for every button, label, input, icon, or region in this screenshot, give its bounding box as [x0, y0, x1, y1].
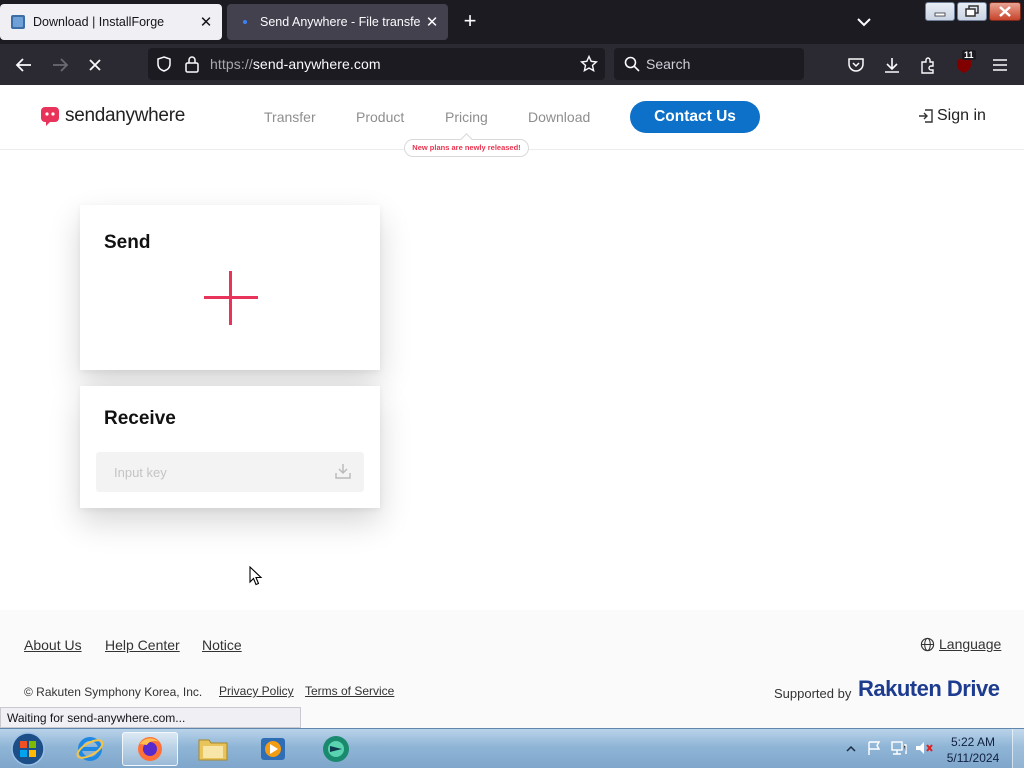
- about-us-link[interactable]: About Us: [24, 637, 82, 653]
- send-card[interactable]: Send: [80, 205, 380, 370]
- help-center-link[interactable]: Help Center: [105, 637, 180, 653]
- search-placeholder: Search: [646, 56, 691, 72]
- taskbar-explorer[interactable]: [185, 732, 241, 766]
- extension-badge: 11: [962, 50, 976, 60]
- restore-button[interactable]: [957, 2, 987, 21]
- tab-title: Download | InstallForge: [33, 15, 165, 29]
- rakuten-drive-logo[interactable]: Rakuten Drive: [858, 676, 1000, 702]
- status-bar-text: Waiting for send-anywhere.com...: [0, 707, 301, 728]
- url-text: https://send-anywhere.com: [210, 56, 381, 72]
- close-icon: [999, 6, 1011, 17]
- show-desktop-button[interactable]: [1012, 729, 1024, 769]
- installforge-favicon-icon: [11, 15, 25, 29]
- windows-taskbar: 5:22 AM 5/11/2024: [0, 728, 1024, 769]
- globe-icon: [920, 637, 935, 651]
- download-icon: [885, 58, 899, 73]
- bookmark-star-icon[interactable]: [580, 55, 598, 73]
- mouse-cursor-icon: [249, 566, 263, 586]
- notice-link[interactable]: Notice: [202, 637, 242, 653]
- pocket-icon: [848, 58, 864, 72]
- lock-icon[interactable]: [184, 55, 200, 73]
- hamburger-menu-icon: [993, 59, 1007, 71]
- tab-installforge[interactable]: Download | InstallForge ✕: [0, 4, 222, 40]
- media-player-icon: [261, 738, 285, 760]
- sign-in-label: Sign in: [937, 107, 986, 124]
- add-file-plus-icon[interactable]: [204, 271, 258, 325]
- contact-us-button[interactable]: Contact Us: [630, 101, 760, 133]
- arrow-right-icon: [53, 58, 69, 72]
- stop-loading-button[interactable]: [84, 54, 106, 76]
- arrow-left-icon: [15, 58, 31, 72]
- search-icon: [624, 56, 640, 72]
- send-anywhere-logo-icon: [41, 107, 59, 126]
- new-tab-button[interactable]: +: [458, 10, 482, 34]
- address-bar[interactable]: https://send-anywhere.com: [148, 48, 605, 80]
- close-window-button[interactable]: [989, 2, 1021, 21]
- forward-button[interactable]: [49, 54, 71, 76]
- shield-icon[interactable]: [156, 56, 172, 72]
- language-selector[interactable]: Language: [920, 636, 1001, 652]
- clock-time: 5:22 AM: [950, 735, 996, 749]
- sign-in-icon: [919, 109, 933, 123]
- url-protocol: https://: [210, 56, 253, 72]
- volume-muted-icon[interactable]: [914, 740, 934, 756]
- firefox-icon: [138, 737, 162, 761]
- loading-dot-icon: [243, 20, 247, 24]
- folder-icon: [198, 739, 228, 761]
- language-label: Language: [939, 636, 1002, 652]
- receive-download-icon[interactable]: [334, 462, 352, 480]
- list-all-tabs-icon[interactable]: [852, 12, 876, 32]
- nav-download[interactable]: Download: [528, 109, 590, 125]
- restore-icon: [965, 5, 979, 17]
- search-bar[interactable]: Search: [614, 48, 804, 80]
- copyright-text: © Rakuten Symphony Korea, Inc.: [24, 685, 203, 699]
- app-icon: [323, 736, 349, 762]
- web-page: sendanywhere Transfer Product Pricing Do…: [0, 85, 1024, 728]
- privacy-policy-link[interactable]: Privacy Policy: [219, 684, 294, 698]
- input-key-field[interactable]: [96, 452, 364, 492]
- internet-explorer-icon: [76, 737, 104, 761]
- nav-product[interactable]: Product: [356, 109, 404, 125]
- supported-by-text: Supported by: [774, 686, 852, 701]
- taskbar-media-player[interactable]: [245, 732, 301, 766]
- send-title: Send: [104, 232, 151, 253]
- site-header: sendanywhere Transfer Product Pricing Do…: [0, 85, 1024, 157]
- taskbar-internet-explorer[interactable]: [62, 732, 118, 766]
- minimize-button[interactable]: [925, 2, 955, 21]
- pricing-tooltip: New plans are newly released!: [404, 139, 529, 157]
- back-button[interactable]: [13, 54, 35, 76]
- minimize-icon: [934, 12, 946, 17]
- close-tab-icon[interactable]: ✕: [194, 10, 218, 34]
- stop-x-icon: [89, 59, 101, 71]
- taskbar-firefox[interactable]: [122, 732, 178, 766]
- url-host: send-anywhere.com: [252, 56, 381, 72]
- action-center-flag-icon[interactable]: [866, 740, 882, 756]
- receive-title: Receive: [104, 408, 176, 429]
- show-hidden-icons-icon[interactable]: [846, 744, 856, 754]
- tab-bar: Download | InstallForge ✕ Send Anywhere …: [0, 0, 1024, 44]
- clock-date: 5/11/2024: [946, 751, 1000, 765]
- tab-title: Send Anywhere - File transfer: [260, 15, 420, 29]
- puzzle-icon: [921, 57, 934, 74]
- taskbar-app[interactable]: [308, 732, 364, 766]
- receive-card: Receive: [80, 386, 380, 508]
- nav-transfer[interactable]: Transfer: [264, 109, 316, 125]
- downloads-button[interactable]: [881, 54, 903, 76]
- sign-in-button[interactable]: Sign in: [918, 107, 986, 125]
- close-tab-icon[interactable]: ✕: [420, 10, 444, 34]
- network-icon[interactable]: [890, 740, 908, 756]
- site-logo[interactable]: sendanywhere: [40, 105, 185, 127]
- extensions-button[interactable]: [917, 54, 939, 76]
- tab-send-anywhere[interactable]: Send Anywhere - File transfer ✕: [227, 4, 448, 40]
- nav-pricing[interactable]: Pricing: [445, 109, 488, 125]
- terms-of-service-link[interactable]: Terms of Service: [305, 684, 394, 698]
- start-button[interactable]: [0, 732, 56, 766]
- pocket-button[interactable]: [845, 54, 867, 76]
- menu-button[interactable]: [989, 54, 1011, 76]
- navigation-toolbar: https://send-anywhere.com Search 11: [0, 44, 1024, 85]
- logo-text: sendanywhere: [65, 105, 185, 126]
- windows-start-icon: [11, 732, 45, 766]
- system-clock[interactable]: 5:22 AM 5/11/2024: [940, 734, 1006, 766]
